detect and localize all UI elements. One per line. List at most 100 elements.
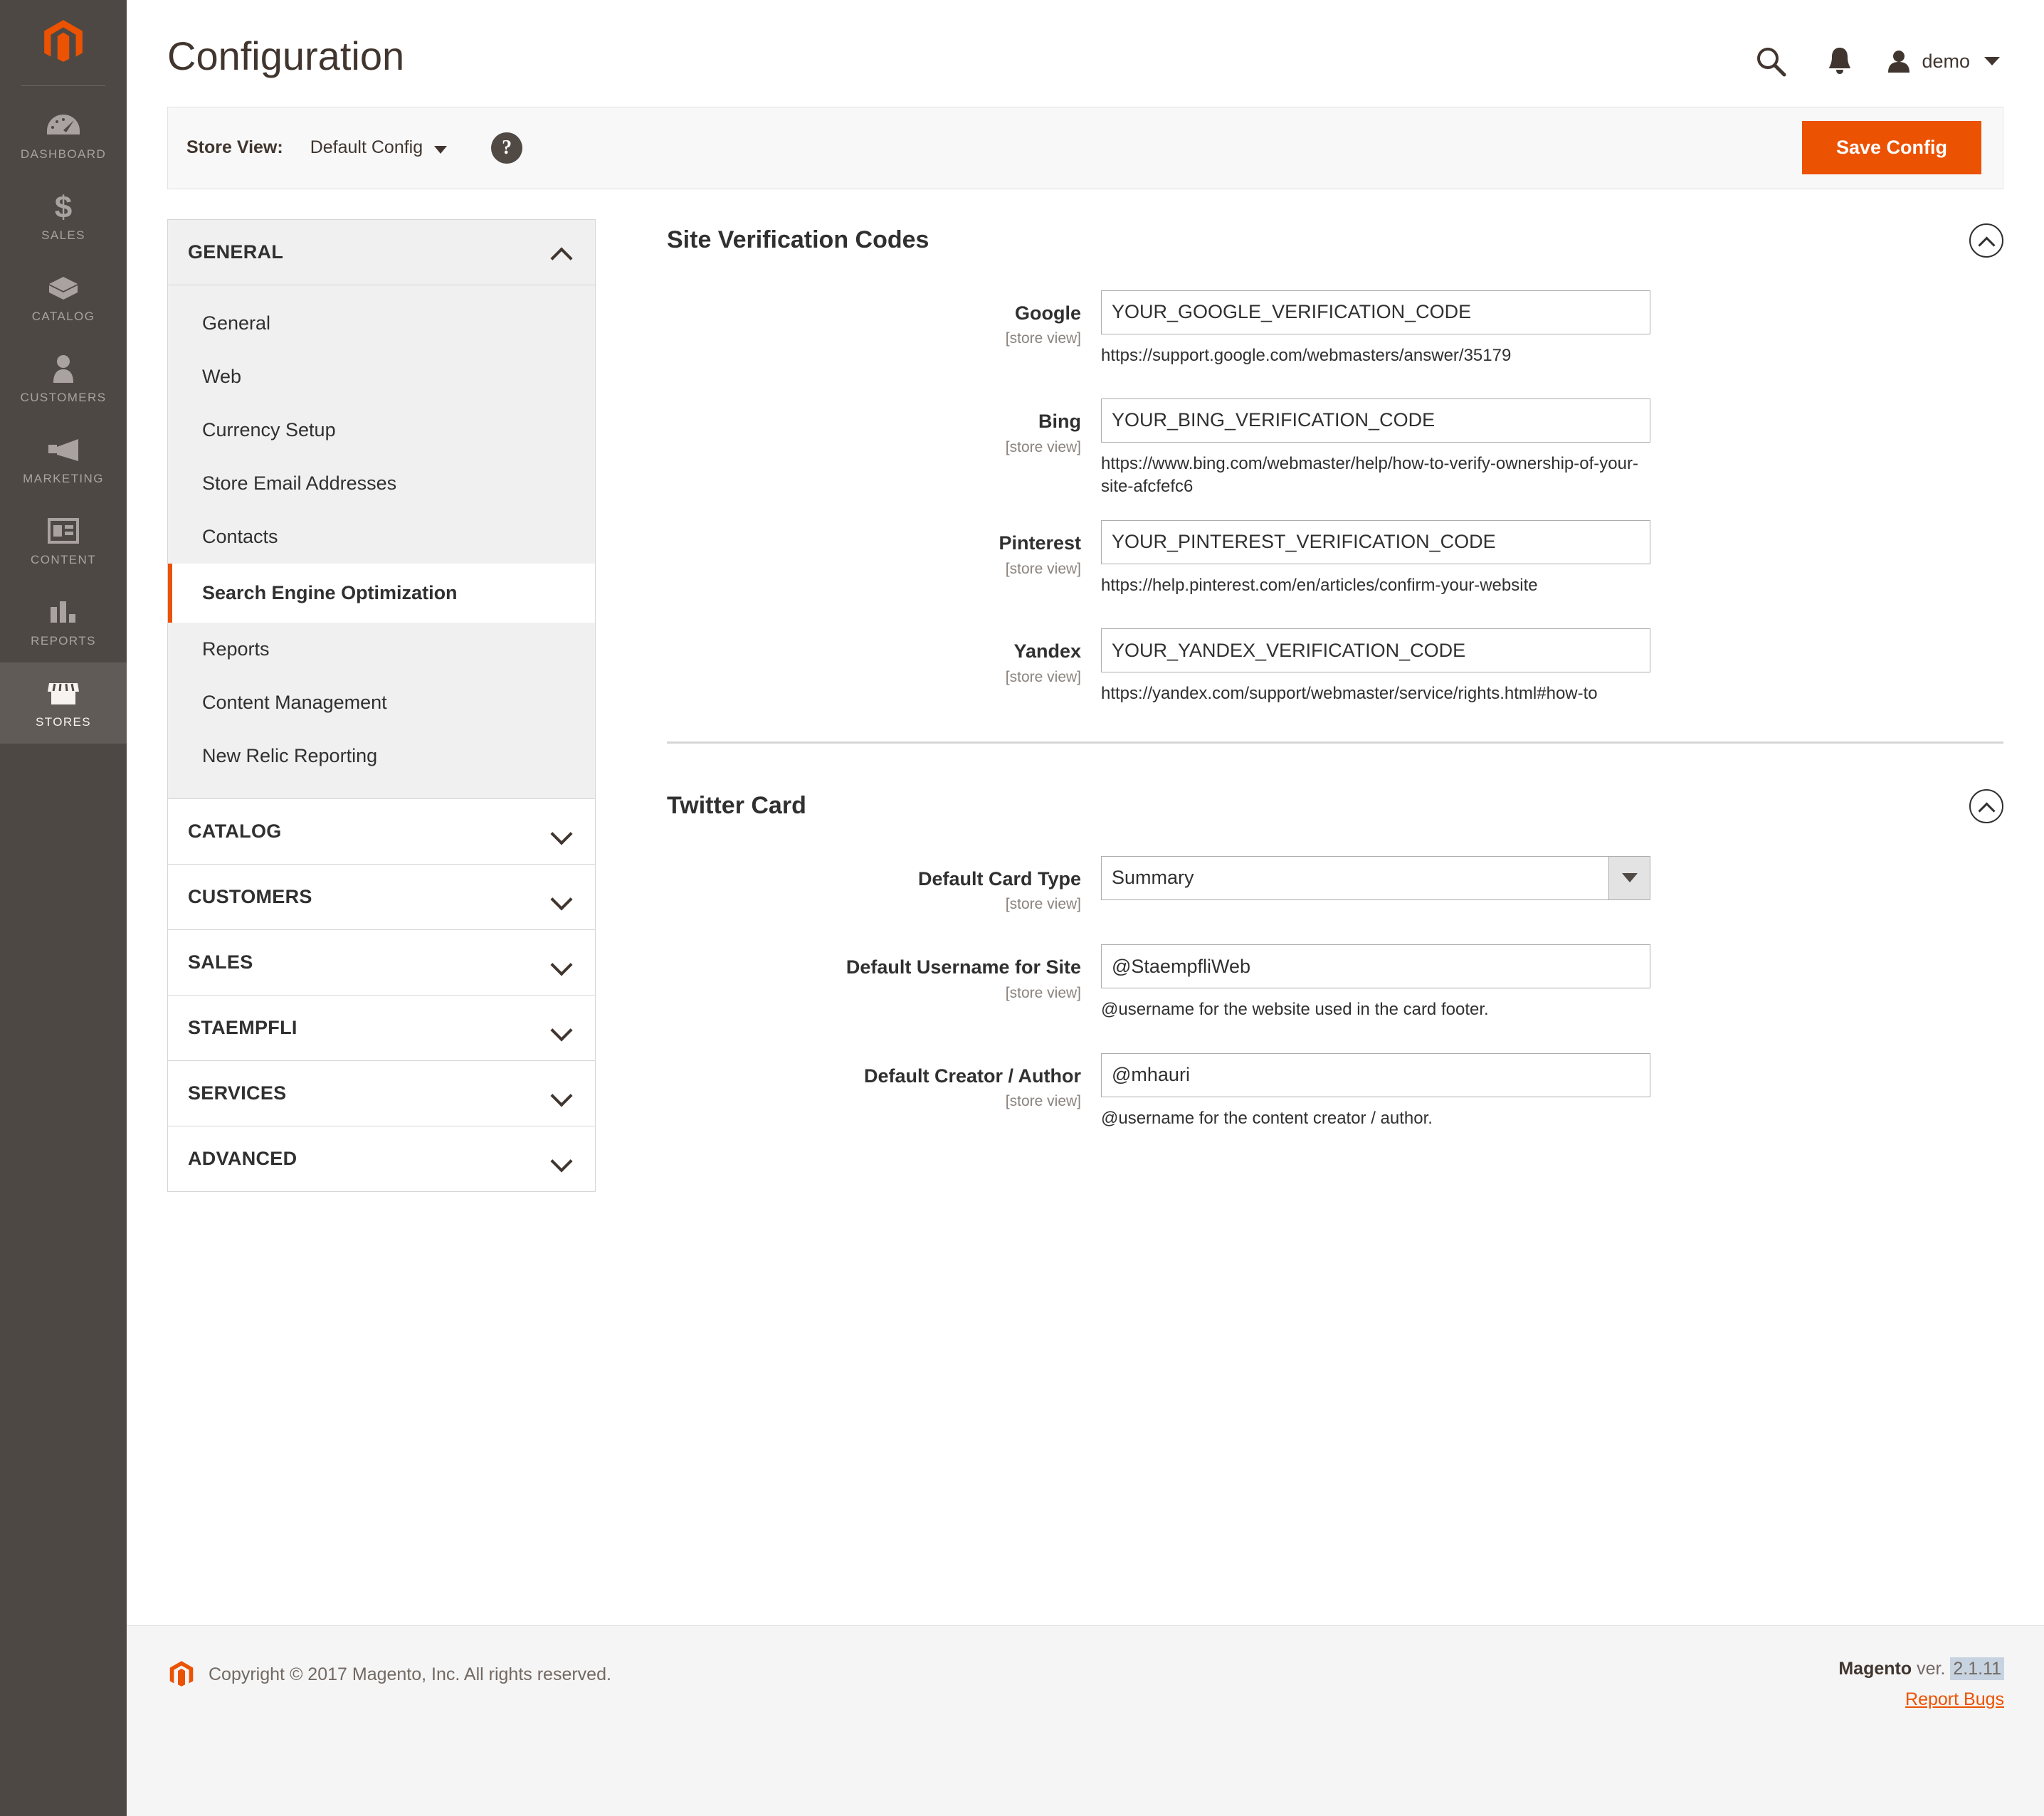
fieldset-site-verification-codes: Site Verification Codes Google [store vi… <box>667 219 2003 706</box>
search-icon[interactable] <box>1735 46 1806 77</box>
avatar-icon <box>1888 51 1910 73</box>
yandex-verification-input[interactable] <box>1101 628 1650 673</box>
field-scope: [store view] <box>1005 668 1081 685</box>
pinterest-verification-input[interactable] <box>1101 519 1650 564</box>
fieldset-header[interactable]: Site Verification Codes <box>667 219 2003 290</box>
brand-name: Magento <box>1838 1659 1912 1679</box>
field-control-group: https://help.pinterest.com/en/articles/c… <box>1101 519 2003 597</box>
field-label-group: Google [store view] <box>667 290 1101 348</box>
collapse-toggle-icon[interactable] <box>1969 223 2003 258</box>
config-section-general-items: General Web Currency Setup Store Email A… <box>168 285 595 799</box>
default-card-type-select[interactable]: Summary <box>1101 855 1650 900</box>
config-item-content-management[interactable]: Content Management <box>168 676 595 729</box>
config-section-advanced[interactable]: ADVANCED <box>168 1126 595 1191</box>
field-note: @username for the website used in the ca… <box>1101 1000 1489 1020</box>
bell-icon[interactable] <box>1806 46 1873 77</box>
magento-logo[interactable] <box>0 19 127 85</box>
sidebar-item-sales[interactable]: $ SALES <box>0 176 127 257</box>
config-item-new-relic-reporting[interactable]: New Relic Reporting <box>168 729 595 783</box>
sidebar-label: DASHBOARD <box>20 147 107 161</box>
config-item-contacts[interactable]: Contacts <box>168 510 595 564</box>
page-footer: Copyright © 2017 Magento, Inc. All right… <box>127 1625 2044 1816</box>
field-note: @username for the content creator / auth… <box>1101 1108 1433 1128</box>
field-scope: [store view] <box>1005 985 1081 1002</box>
fieldset-title: Twitter Card <box>667 792 806 820</box>
fieldset-header[interactable]: Twitter Card <box>667 785 2003 856</box>
collapse-toggle-icon[interactable] <box>1969 788 2003 823</box>
field-label: Google <box>1015 302 1081 324</box>
store-view-label: Store View: <box>186 137 283 158</box>
dashboard-icon <box>46 110 81 140</box>
sidebar-label: CATALOG <box>31 310 95 323</box>
sidebar-item-reports[interactable]: REPORTS <box>0 581 127 662</box>
bing-verification-input[interactable] <box>1101 398 1650 443</box>
field-control-group: @username for the content creator / auth… <box>1101 1052 2003 1130</box>
sidebar-item-dashboard[interactable]: DASHBOARD <box>0 95 127 176</box>
field-bing: Bing [store view] https://www.bing.com/w… <box>667 398 2003 499</box>
copyright-text: Copyright © 2017 Magento, Inc. All right… <box>209 1664 611 1684</box>
default-creator-author-input[interactable] <box>1101 1052 1650 1097</box>
sidebar-item-content[interactable]: CONTENT <box>0 500 127 581</box>
field-note: https://yandex.com/support/webmaster/ser… <box>1101 684 1598 704</box>
sidebar-item-customers[interactable]: CUSTOMERS <box>0 338 127 419</box>
sidebar-item-stores[interactable]: STORES <box>0 662 127 744</box>
default-username-site-input[interactable] <box>1101 944 1650 989</box>
sidebar-item-catalog[interactable]: CATALOG <box>0 257 127 338</box>
config-item-web[interactable]: Web <box>168 350 595 403</box>
chevron-down-icon <box>552 956 571 968</box>
config-item-currency-setup[interactable]: Currency Setup <box>168 403 595 457</box>
store-view-select[interactable]: Default Config <box>283 137 448 158</box>
field-scope: [store view] <box>1005 438 1081 455</box>
main-area: Configuration demo Store View: Default C… <box>127 0 2044 1816</box>
field-note: https://www.bing.com/webmaster/help/how-… <box>1101 453 1638 497</box>
field-control-group: https://www.bing.com/webmaster/help/how-… <box>1101 398 2003 499</box>
magento-logo-icon <box>169 1661 194 1686</box>
field-label-group: Default Creator / Author [store view] <box>667 1053 1101 1111</box>
layout-icon <box>48 516 79 546</box>
user-menu[interactable]: demo <box>1873 48 2004 74</box>
config-section-staempfli[interactable]: STAEMPFLI <box>168 995 595 1061</box>
sidebar-label: REPORTS <box>31 634 96 648</box>
fieldset-title: Site Verification Codes <box>667 226 929 254</box>
config-section-services[interactable]: SERVICES <box>168 1060 595 1126</box>
field-default-creator-author: Default Creator / Author [store view] @u… <box>667 1052 2003 1130</box>
sidebar-item-marketing[interactable]: MARKETING <box>0 419 127 500</box>
config-item-reports[interactable]: Reports <box>168 623 595 676</box>
field-label-group: Yandex [store view] <box>667 628 1101 686</box>
help-icon[interactable]: ? <box>491 132 523 164</box>
sidebar-label: SALES <box>41 228 85 242</box>
field-control-group: @username for the website used in the ca… <box>1101 944 2003 1021</box>
field-label: Yandex <box>1013 640 1081 662</box>
admin-page: DASHBOARD $ SALES CATALOG CUSTOMERS MARK… <box>0 0 2044 1816</box>
admin-sidebar: DASHBOARD $ SALES CATALOG CUSTOMERS MARK… <box>0 0 127 1816</box>
chevron-down-icon <box>552 1087 571 1099</box>
version-number: 2.1.11 <box>1950 1657 2004 1680</box>
config-item-search-engine-optimization[interactable]: Search Engine Optimization <box>168 563 595 623</box>
config-section-customers[interactable]: CUSTOMERS <box>168 864 595 930</box>
report-bugs-link[interactable]: Report Bugs <box>1838 1689 2004 1710</box>
section-label: CUSTOMERS <box>188 885 312 907</box>
config-item-general[interactable]: General <box>168 297 595 350</box>
chevron-down-icon <box>552 1022 571 1033</box>
config-section-catalog[interactable]: CATALOG <box>168 798 595 865</box>
svg-text:$: $ <box>55 191 72 222</box>
save-config-button[interactable]: Save Config <box>1801 121 1981 175</box>
megaphone-icon <box>46 435 81 465</box>
config-section-general[interactable]: GENERAL <box>168 219 595 285</box>
config-section-sales[interactable]: SALES <box>168 929 595 996</box>
sidebar-label: STORES <box>36 715 91 729</box>
field-control-group: https://yandex.com/support/webmaster/ser… <box>1101 628 2003 705</box>
field-pinterest: Pinterest [store view] https://help.pint… <box>667 519 2003 597</box>
field-note: https://help.pinterest.com/en/articles/c… <box>1101 575 1538 595</box>
chevron-up-icon <box>1979 236 1993 245</box>
field-label-group: Default Card Type [store view] <box>667 856 1101 914</box>
config-item-store-email-addresses[interactable]: Store Email Addresses <box>168 457 595 510</box>
google-verification-input[interactable] <box>1101 290 1650 334</box>
version-line: Magento ver. 2.1.11 <box>1838 1657 2004 1680</box>
chevron-down-icon <box>552 891 571 902</box>
section-label: SERVICES <box>188 1082 287 1104</box>
field-label-group: Bing [store view] <box>667 398 1101 456</box>
